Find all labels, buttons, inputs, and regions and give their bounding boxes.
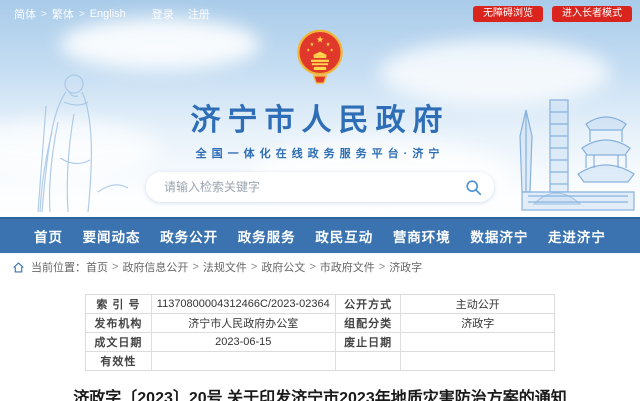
- meta-value-category: 济政字: [401, 314, 555, 333]
- breadcrumb-separator: >: [379, 261, 385, 273]
- table-row: 有效性: [86, 352, 555, 371]
- doc-meta-table: 索 引 号 11370800004312466C/2023-02364 公开方式…: [85, 294, 555, 371]
- meta-value-disclosure: 主动公开: [401, 295, 555, 314]
- search-icon: [465, 179, 482, 196]
- breadcrumb-jizhengzi[interactable]: 济政字: [389, 259, 422, 275]
- meta-label-expiry: 废止日期: [335, 333, 401, 352]
- breadcrumb-separator: >: [251, 261, 257, 273]
- meta-value-empty: [401, 352, 555, 371]
- breadcrumb-separator: >: [309, 261, 315, 273]
- meta-label-category: 组配分类: [335, 314, 401, 333]
- breadcrumb-gov-documents[interactable]: 政府公文: [261, 259, 305, 275]
- meta-label-issuer: 发布机构: [86, 314, 152, 333]
- meta-value-issuer: 济宁市人民政府办公室: [151, 314, 335, 333]
- nav-item-news[interactable]: 要闻动态: [83, 226, 141, 246]
- meta-value-validity: [151, 352, 335, 371]
- site-header: 简体 > 繁体 > English 登录 注册 无障碍浏览 进入长者模式 ★ ★…: [0, 0, 640, 217]
- document-title: 济政字〔2023〕20号 关于印发济宁市2023年地质灾害防治方案的通知: [0, 384, 640, 401]
- meta-value-index: 11370800004312466C/2023-02364: [151, 295, 335, 314]
- lang-simplified-link[interactable]: 简体: [14, 6, 36, 22]
- lang-english-link[interactable]: English: [90, 8, 126, 20]
- nav-item-gov-disclosure[interactable]: 政务公开: [160, 226, 218, 246]
- breadcrumb-regulation-files[interactable]: 法规文件: [203, 259, 247, 275]
- national-emblem-icon: ★ ★ ★ ★ ★: [293, 27, 347, 87]
- meta-label-validity: 有效性: [86, 352, 152, 371]
- nav-item-home[interactable]: 首页: [34, 226, 63, 246]
- nav-item-business-env[interactable]: 营商环境: [393, 226, 451, 246]
- site-title: 济宁市人民政府: [0, 95, 640, 139]
- meta-label-disclosure: 公开方式: [335, 295, 401, 314]
- topbar-separator: >: [79, 9, 85, 20]
- site-logo-link[interactable]: ★ ★ ★ ★ ★ 济宁市人民政府 全国一体化在线政务服务平台·济宁: [0, 0, 640, 161]
- meta-label-date: 成文日期: [86, 333, 152, 352]
- search-button[interactable]: [465, 179, 482, 196]
- auth-links: 登录 注册: [152, 6, 210, 22]
- site-subtitle: 全国一体化在线政务服务平台·济宁: [0, 145, 640, 161]
- svg-text:★: ★: [330, 48, 334, 53]
- topbar-separator: >: [41, 9, 47, 20]
- meta-label-empty: [335, 352, 401, 371]
- breadcrumb-city-gov-files[interactable]: 市政府文件: [320, 259, 375, 275]
- nav-item-gov-services[interactable]: 政务服务: [238, 226, 296, 246]
- topbar: 简体 > 繁体 > English 登录 注册 无障碍浏览 进入长者模式: [0, 0, 640, 24]
- accessible-browsing-button[interactable]: 无障碍浏览: [473, 6, 543, 22]
- lang-traditional-link[interactable]: 繁体: [52, 6, 74, 22]
- search-input[interactable]: [164, 180, 465, 194]
- breadcrumb-info-disclosure[interactable]: 政府信息公开: [122, 259, 188, 275]
- nav-item-public-interaction[interactable]: 政民互动: [315, 226, 373, 246]
- table-row: 发布机构 济宁市人民政府办公室 组配分类 济政字: [86, 314, 555, 333]
- svg-text:★: ★: [316, 35, 324, 45]
- accessibility-buttons: 无障碍浏览 进入长者模式: [473, 6, 632, 22]
- meta-value-date: 2023-06-15: [151, 333, 335, 352]
- breadcrumb: 当前位置： 首页 > 政府信息公开 > 法规文件 > 政府公文 > 市政府文件 …: [0, 253, 640, 281]
- breadcrumb-prefix: 当前位置：: [31, 259, 86, 275]
- meta-value-expiry: [401, 333, 555, 352]
- main-nav: 首页 要闻动态 政务公开 政务服务 政民互动 营商环境 数据济宁 走进济宁: [0, 217, 640, 253]
- elder-mode-button[interactable]: 进入长者模式: [552, 6, 632, 22]
- breadcrumb-home[interactable]: 首页: [86, 259, 108, 275]
- nav-item-data-jining[interactable]: 数据济宁: [470, 226, 528, 246]
- meta-label-index: 索 引 号: [86, 295, 152, 314]
- table-row: 索 引 号 11370800004312466C/2023-02364 公开方式…: [86, 295, 555, 314]
- login-link[interactable]: 登录: [152, 6, 174, 22]
- nav-item-about-jining[interactable]: 走进济宁: [548, 226, 606, 246]
- register-link[interactable]: 注册: [188, 6, 210, 22]
- svg-text:★: ★: [306, 48, 310, 53]
- home-icon: [12, 261, 25, 274]
- table-row: 成文日期 2023-06-15 废止日期: [86, 333, 555, 352]
- search-bar: [146, 172, 494, 202]
- breadcrumb-separator: >: [112, 261, 118, 273]
- breadcrumb-separator: >: [192, 261, 198, 273]
